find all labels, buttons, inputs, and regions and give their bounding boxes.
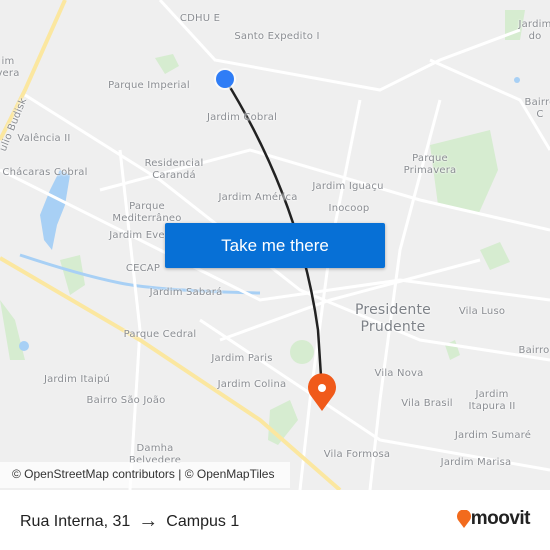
map-label: Jardim Paris: [211, 353, 273, 364]
map-label: Inocoop: [328, 203, 370, 214]
map-label: Parque Mediterrâneo: [112, 201, 182, 224]
map-label: Parque Cedral: [123, 329, 197, 340]
map-label: Jardim Cobral: [206, 112, 278, 123]
map-label: Jardim América: [218, 192, 298, 203]
footer: Rua Interna, 31 → Campus 1 moovit: [0, 490, 550, 550]
map-label: Bairro: [518, 345, 550, 356]
map-label: Parque Primavera: [403, 153, 457, 176]
route-summary: Rua Interna, 31 → Campus 1: [20, 510, 239, 533]
moovit-pin-icon: [456, 510, 471, 528]
map-label: Jardim Sabará: [149, 287, 223, 298]
take-me-there-button[interactable]: Take me there: [165, 223, 385, 268]
map-label: Parque Imperial: [108, 80, 190, 91]
map-label: Vila Formosa: [323, 449, 391, 460]
map-label: Bairro C: [524, 97, 550, 120]
map-label: Vila Nova: [374, 368, 424, 379]
map-label: Jardim Colina: [217, 379, 287, 390]
moovit-logo[interactable]: moovit: [456, 508, 531, 530]
origin-marker: [216, 70, 234, 88]
destination-pin-icon: [308, 373, 336, 411]
map-label: CECAP: [125, 263, 161, 274]
map-label: Jardim Sumaré: [454, 430, 532, 441]
map-label: CDHU E: [179, 13, 221, 24]
map[interactable]: CDHU E Santo Expedito I Parque Imperial …: [0, 0, 550, 490]
map-label: Vila Luso: [458, 306, 506, 317]
map-label: Jardim Eve: [109, 230, 165, 241]
map-label: Jardim Itapura II: [468, 389, 516, 412]
map-label: im vera: [0, 56, 20, 79]
map-label: Vila Brasil: [401, 398, 453, 409]
map-label: Jardim Itaipú: [43, 374, 111, 385]
map-label: Jardim Iguaçu: [312, 181, 384, 192]
map-attribution[interactable]: © OpenStreetMap contributors | © OpenMap…: [0, 462, 290, 488]
city-label: Presidente Prudente: [355, 302, 431, 335]
map-label: Santo Expedito I: [234, 31, 320, 42]
destination-name: Campus 1: [166, 512, 240, 530]
map-label: Bairro São João: [86, 395, 166, 406]
arrow-right-icon: →: [138, 510, 159, 532]
map-label: Residencial Carandá: [144, 158, 204, 181]
map-label: Jardim do: [518, 19, 550, 42]
map-label: Valência II: [17, 133, 71, 144]
origin-name: Rua Interna, 31: [20, 512, 131, 530]
map-label: Chácaras Cobral: [2, 167, 88, 178]
map-label: Jardim Marisa: [440, 457, 512, 468]
